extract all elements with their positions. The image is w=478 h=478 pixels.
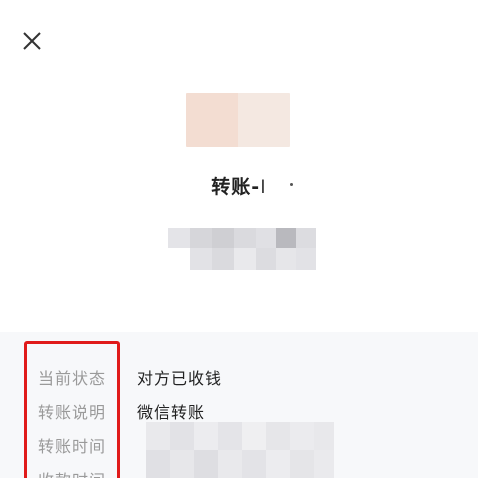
- amount-redacted: [168, 228, 318, 272]
- payee-title-row: 转账-I: [0, 172, 478, 199]
- avatar: [186, 93, 290, 147]
- time-values-redacted: [146, 422, 336, 478]
- value-status: 对方已收钱: [137, 369, 223, 388]
- transfer-detail-screen: 转账-I 当前状态 对方已收钱 转账说明 微信转账 转账时间 收款时间: [0, 0, 478, 478]
- highlight-box: [24, 341, 120, 478]
- value-note: 微信转账: [137, 403, 206, 422]
- close-icon[interactable]: [18, 27, 46, 55]
- title-fragment: I: [260, 176, 267, 198]
- transfer-summary-card: [0, 0, 478, 332]
- title-dot: [290, 183, 293, 186]
- page-title: 转账-: [211, 176, 261, 198]
